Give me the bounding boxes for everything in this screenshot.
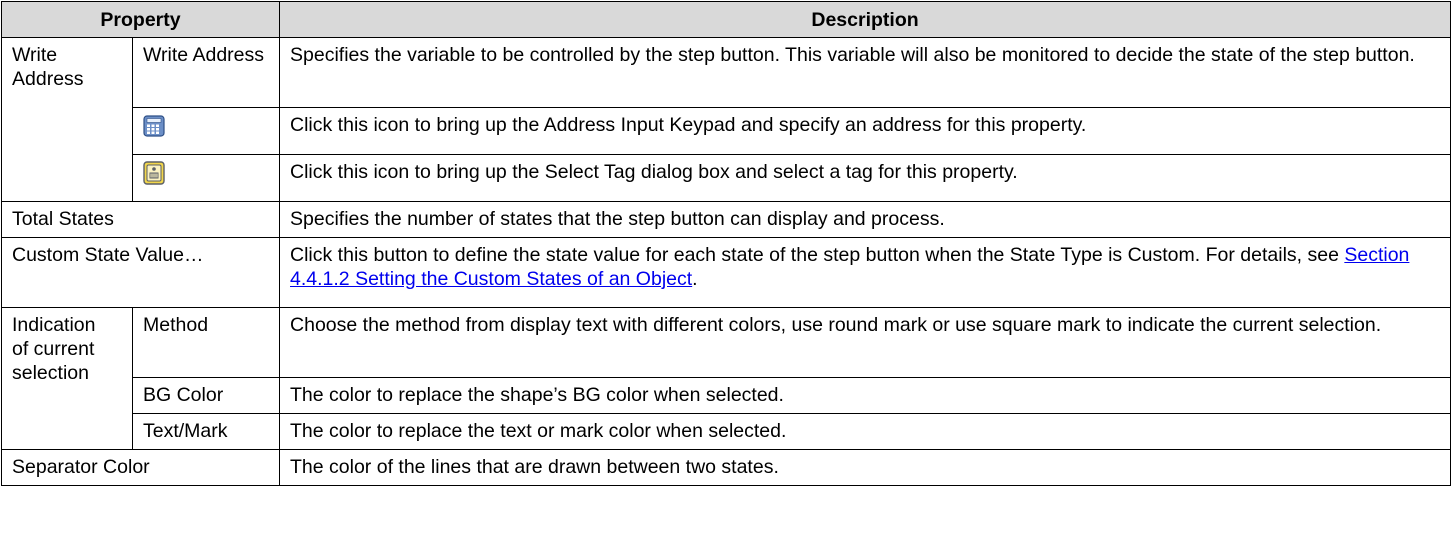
keypad-description: Click this icon to bring up the Address … bbox=[279, 107, 1451, 155]
write-address-description: Specifies the variable to be controlled … bbox=[279, 37, 1451, 108]
separator-color-description: The color of the lines that are drawn be… bbox=[279, 449, 1451, 486]
table-row: Click this icon to bring up the Address … bbox=[2, 107, 1451, 155]
property-header: Property bbox=[0, 1, 281, 38]
total-states-description: Specifies the number of states that the … bbox=[279, 201, 1451, 238]
text-mark-sub-label: Text/Mark bbox=[131, 413, 281, 450]
header-row: Property Description bbox=[0, 1, 1451, 38]
table-row: BG Color The color to replace the shape’… bbox=[2, 377, 1451, 414]
custom-state-description: Click this button to define the state va… bbox=[279, 237, 1451, 308]
table-row: Total States Specifies the number of sta… bbox=[0, 201, 1451, 238]
keypad-icon-cell bbox=[131, 107, 281, 155]
table-row: Separator Color The color of the lines t… bbox=[0, 449, 1451, 486]
table-row: Custom State Value… Click this button to… bbox=[0, 237, 1451, 308]
calculator-keypad-icon[interactable] bbox=[143, 115, 165, 137]
description-header: Description bbox=[279, 1, 1451, 38]
write-address-group-label: Write Address bbox=[1, 37, 133, 202]
custom-state-label: Custom State Value… bbox=[0, 237, 281, 308]
property-table: Property Description Write Address Write… bbox=[0, 1, 1451, 486]
tag-icon[interactable] bbox=[143, 161, 165, 185]
total-states-label: Total States bbox=[0, 201, 281, 238]
table-row: Text/Mark The color to replace the text … bbox=[2, 413, 1451, 450]
select-tag-description: Click this icon to bring up the Select T… bbox=[279, 154, 1451, 202]
bg-color-description: The color to replace the shape’s BG colo… bbox=[279, 377, 1451, 414]
table-row: Click this icon to bring up the Select T… bbox=[2, 154, 1451, 202]
method-sub-label: Method bbox=[131, 307, 281, 378]
table-row: Write Address Write Address Specifies th… bbox=[1, 37, 1451, 202]
write-address-sub-label: Write Address bbox=[131, 37, 281, 108]
table-row: Indication of current selection Method C… bbox=[1, 307, 1451, 450]
method-description: Choose the method from display text with… bbox=[279, 307, 1451, 378]
text-mark-description: The color to replace the text or mark co… bbox=[279, 413, 1451, 450]
custom-state-desc-suffix: . bbox=[692, 268, 698, 290]
bg-color-sub-label: BG Color bbox=[131, 377, 281, 414]
custom-state-desc-text: Click this button to define the state va… bbox=[290, 244, 1345, 266]
tag-icon-cell bbox=[131, 154, 281, 202]
indication-group-label: Indication of current selection bbox=[1, 307, 133, 450]
separator-color-label: Separator Color bbox=[0, 449, 281, 486]
